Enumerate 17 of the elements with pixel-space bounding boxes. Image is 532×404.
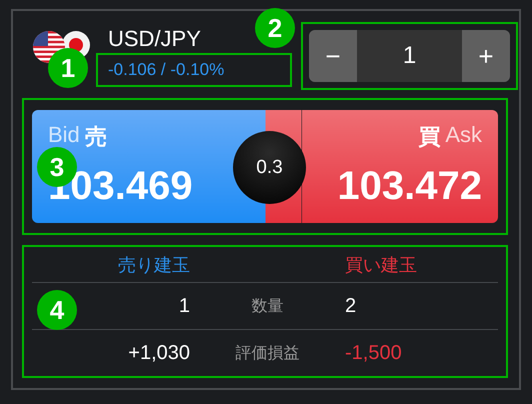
buy-positions-header: 買い建玉 [345,254,417,276]
row-label: 数量 [252,296,284,316]
sell-value: +1,030 [128,342,190,364]
callout-badge: 4 [37,290,77,330]
callout-badge: 1 [48,48,88,88]
buy-value: -1,500 [345,342,402,364]
decrease-button[interactable]: − [309,30,357,82]
buy-button[interactable]: 買 Ask 103.472 [302,110,498,223]
quantity-value: 1 [402,41,418,71]
sell-positions-header: 売り建玉 [118,254,190,276]
currency-pair-title: USD/JPY [107,25,201,53]
sell-value: 1 [178,294,190,318]
row-label: 評価損益 [236,344,300,364]
increase-button[interactable]: + [462,30,510,82]
price-change: -0.106 / -0.10% [96,53,292,87]
buy-value: 2 [345,294,356,318]
callout-badge: 2 [255,8,295,48]
